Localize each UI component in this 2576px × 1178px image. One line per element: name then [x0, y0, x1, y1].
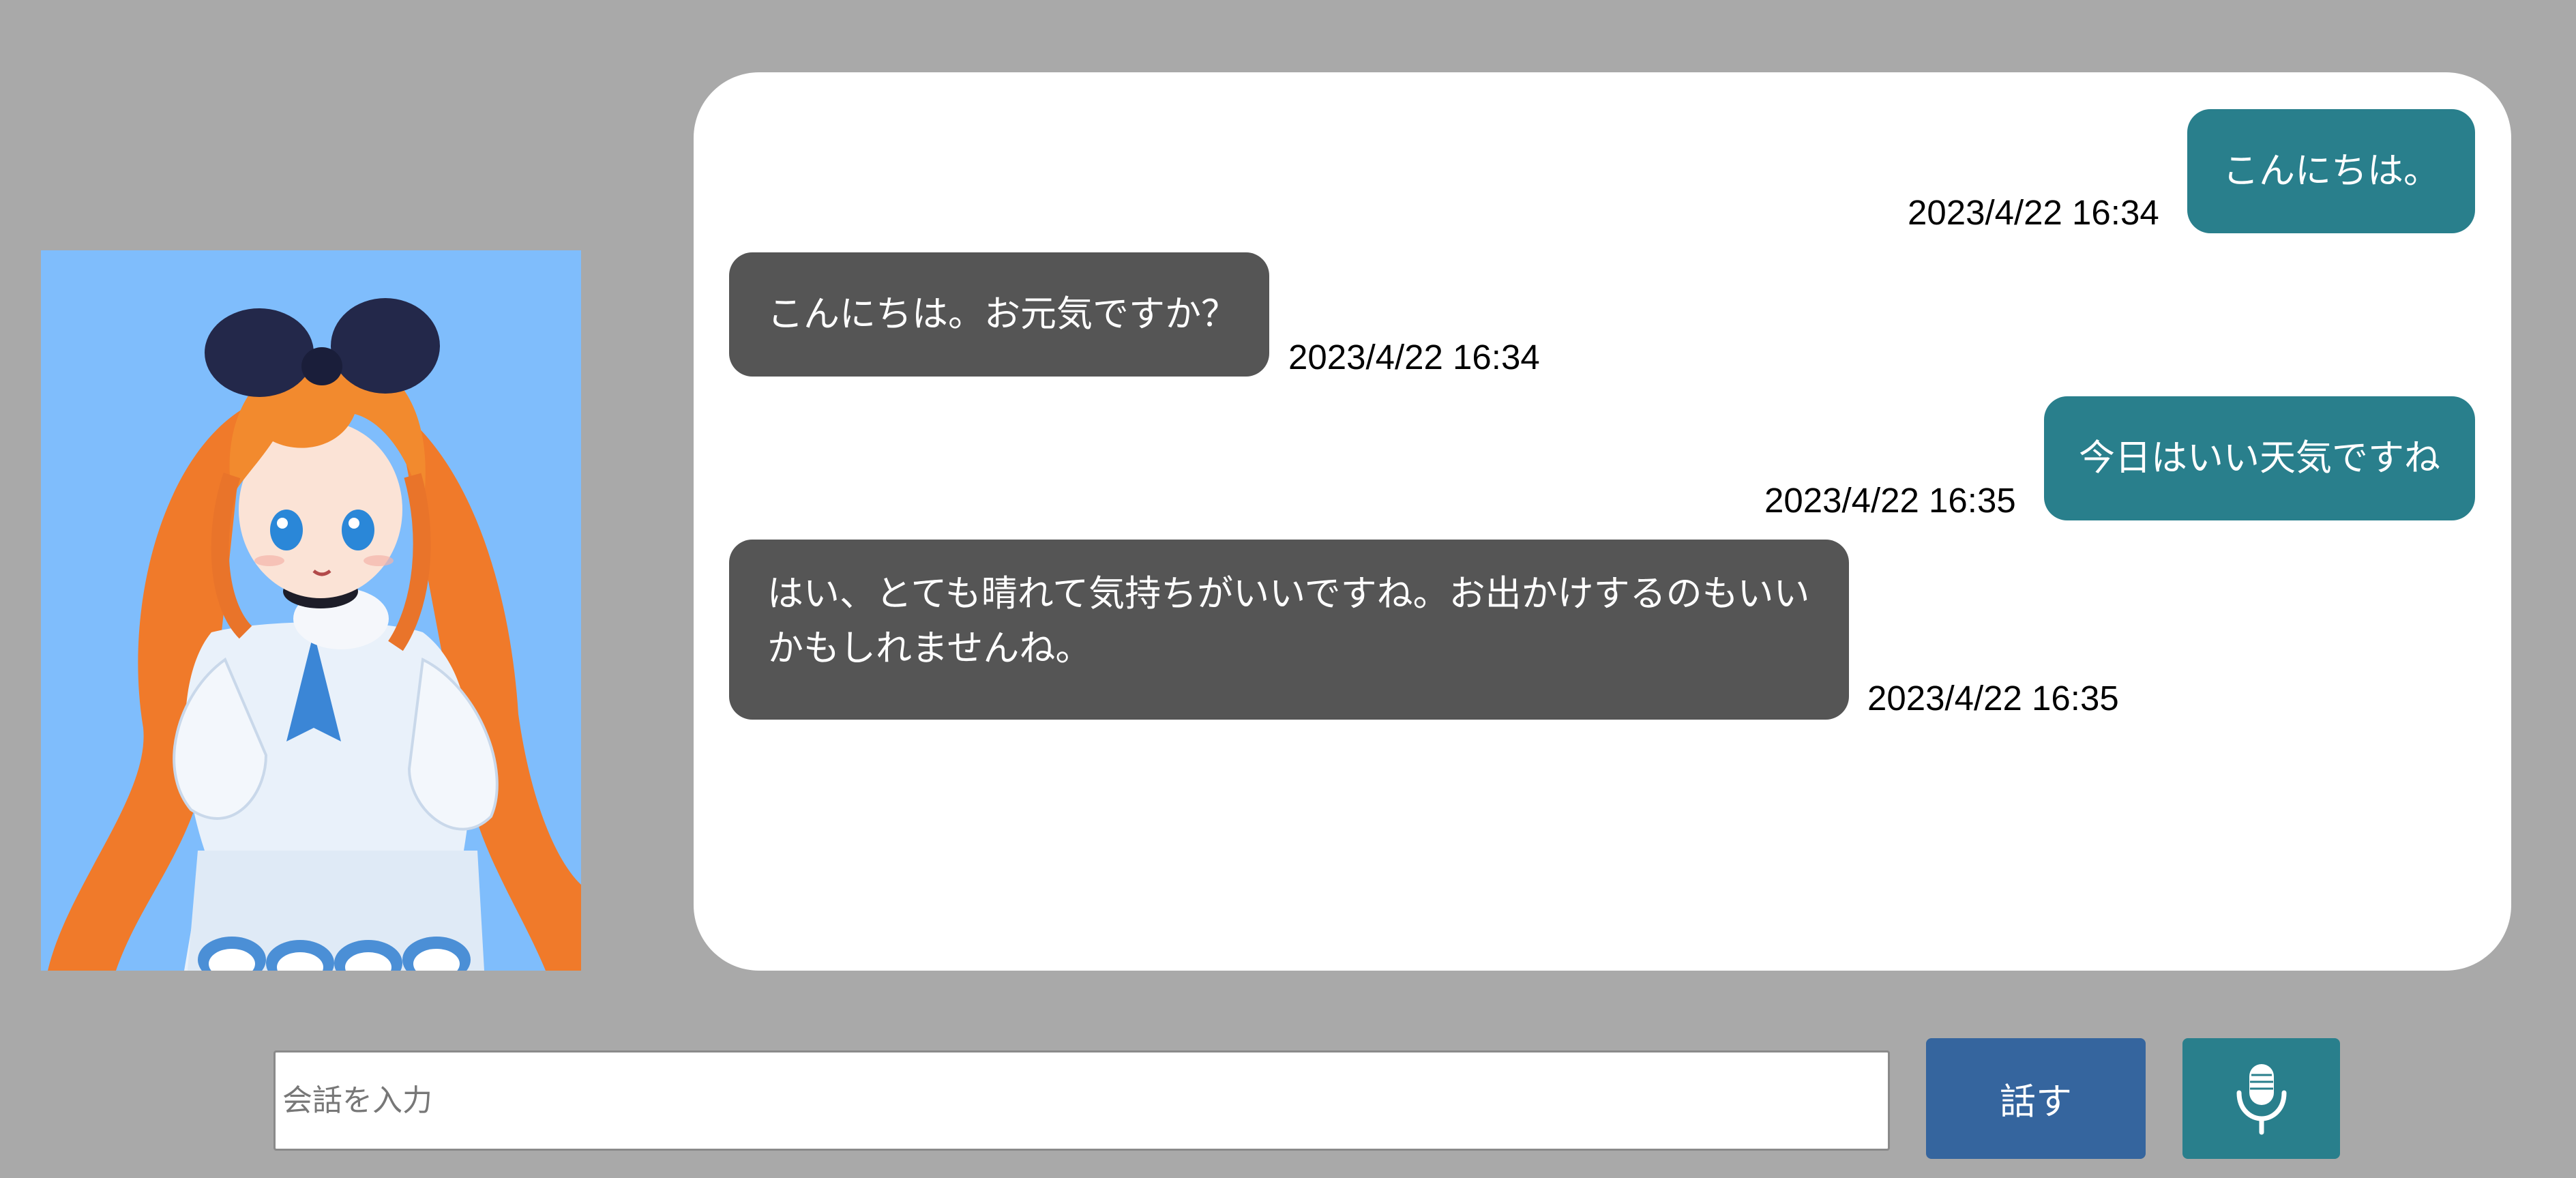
- bot-message-bubble: はい、とても晴れて気持ちがいいですね。お出かけするのもいいかもしれませんね。: [729, 540, 1849, 720]
- chat-input[interactable]: [273, 1050, 1890, 1151]
- message-timestamp: 2023/4/22 16:34: [1908, 193, 2159, 232]
- microphone-icon: [2236, 1063, 2286, 1134]
- anime-girl-character-icon: [48, 298, 581, 971]
- user-message-bubble: 今日はいい天気ですね: [2044, 396, 2475, 520]
- message-timestamp: 2023/4/22 16:35: [1867, 679, 2119, 718]
- message-timestamp: 2023/4/22 16:34: [1288, 338, 1540, 377]
- chat-log: こんにちは。 2023/4/22 16:34 こんにちは。お元気ですか？ 202…: [694, 72, 2511, 971]
- mic-button[interactable]: [2182, 1038, 2340, 1159]
- bot-message-bubble: こんにちは。お元気ですか？: [729, 252, 1269, 377]
- user-message-bubble: こんにちは。: [2187, 109, 2475, 233]
- speak-button-label: 話す: [2000, 1080, 2072, 1123]
- speak-button[interactable]: 話す: [1926, 1038, 2146, 1159]
- character-avatar: [41, 250, 581, 971]
- message-timestamp: 2023/4/22 16:35: [1764, 481, 2016, 520]
